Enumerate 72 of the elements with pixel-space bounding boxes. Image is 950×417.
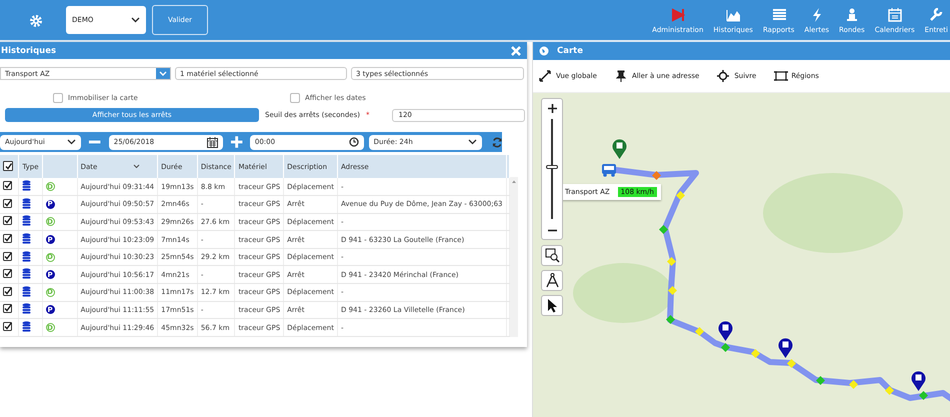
- area-chart-icon: [726, 8, 740, 22]
- zoom-box-icon: [544, 248, 560, 263]
- checkbox[interactable]: [53, 93, 63, 103]
- map-tool-button[interactable]: [541, 270, 563, 291]
- row-checkbox[interactable]: [3, 322, 12, 332]
- direction-marker: [918, 390, 928, 400]
- row-checkbox[interactable]: [3, 269, 12, 278]
- layers-icon: [22, 321, 32, 332]
- row-checkbox[interactable]: [3, 198, 12, 208]
- map-pin-icon: [910, 371, 926, 391]
- direction-marker: [658, 224, 668, 234]
- zoom-slider-thumb[interactable]: [546, 165, 558, 169]
- flag-icon: [670, 8, 685, 22]
- map-tool-button[interactable]: [541, 295, 563, 316]
- calendar-icon: [206, 136, 218, 148]
- direction-marker: [694, 326, 704, 336]
- calendar-icon: [888, 8, 902, 22]
- row-checkbox[interactable]: [3, 234, 12, 244]
- row-checkbox[interactable]: [3, 286, 12, 296]
- direction-marker: [816, 376, 824, 384]
- checkbox[interactable]: [290, 93, 300, 103]
- direction-marker: [652, 170, 660, 180]
- map-pin-icon: [718, 321, 732, 341]
- caret-icon: [159, 71, 167, 76]
- panel-title: Historiques: [1, 46, 56, 56]
- layers-icon: [22, 286, 32, 297]
- layers-icon: [22, 303, 32, 314]
- plus-icon: [548, 104, 556, 112]
- row-checkbox[interactable]: [3, 304, 12, 314]
- layers-icon: [22, 198, 32, 209]
- region-icon: [774, 70, 788, 82]
- caret-icon: [468, 139, 477, 145]
- map-tool-button[interactable]: [541, 245, 563, 266]
- direction-marker: [668, 286, 676, 294]
- caret-icon: [131, 17, 140, 23]
- sort-caret-icon: [133, 164, 140, 170]
- check-icon: [4, 162, 12, 170]
- row-checkbox[interactable]: [3, 252, 12, 261]
- arrows-icon: [539, 70, 553, 82]
- refresh-icon[interactable]: [492, 136, 502, 148]
- row-checkbox[interactable]: [3, 181, 12, 190]
- direction-marker: [666, 314, 674, 324]
- crosshair-icon: [717, 70, 732, 82]
- list-icon: [772, 8, 786, 22]
- direction-marker: [786, 358, 796, 368]
- direction-marker: [884, 386, 894, 394]
- direction-marker: [848, 380, 858, 388]
- select-all-checkbox[interactable]: [3, 161, 13, 172]
- globe-icon: [539, 46, 549, 56]
- wrench-icon: [929, 8, 944, 22]
- map-pin-icon: [778, 338, 792, 358]
- map-pin-icon: [612, 139, 626, 159]
- layers-icon: [22, 268, 32, 280]
- dropdown-button[interactable]: [156, 68, 170, 79]
- bus-icon: [601, 163, 617, 177]
- layers-icon: [22, 215, 32, 226]
- panel-title: Carte: [557, 46, 583, 56]
- caret-icon: [67, 139, 76, 145]
- plus-icon[interactable]: [230, 135, 243, 149]
- layers-icon: [22, 180, 32, 192]
- clock-icon: [348, 137, 359, 147]
- pushpin-icon: [614, 70, 629, 82]
- row-checkbox[interactable]: [3, 216, 12, 226]
- settings-icon[interactable]: [29, 14, 43, 28]
- compass-icon: [544, 273, 560, 288]
- close-icon[interactable]: [511, 46, 521, 56]
- direction-marker: [666, 256, 676, 266]
- direction-marker: [676, 190, 684, 200]
- layers-icon: [22, 250, 32, 262]
- direction-marker: [750, 348, 760, 358]
- person-icon: [844, 8, 859, 22]
- layers-icon: [22, 233, 32, 244]
